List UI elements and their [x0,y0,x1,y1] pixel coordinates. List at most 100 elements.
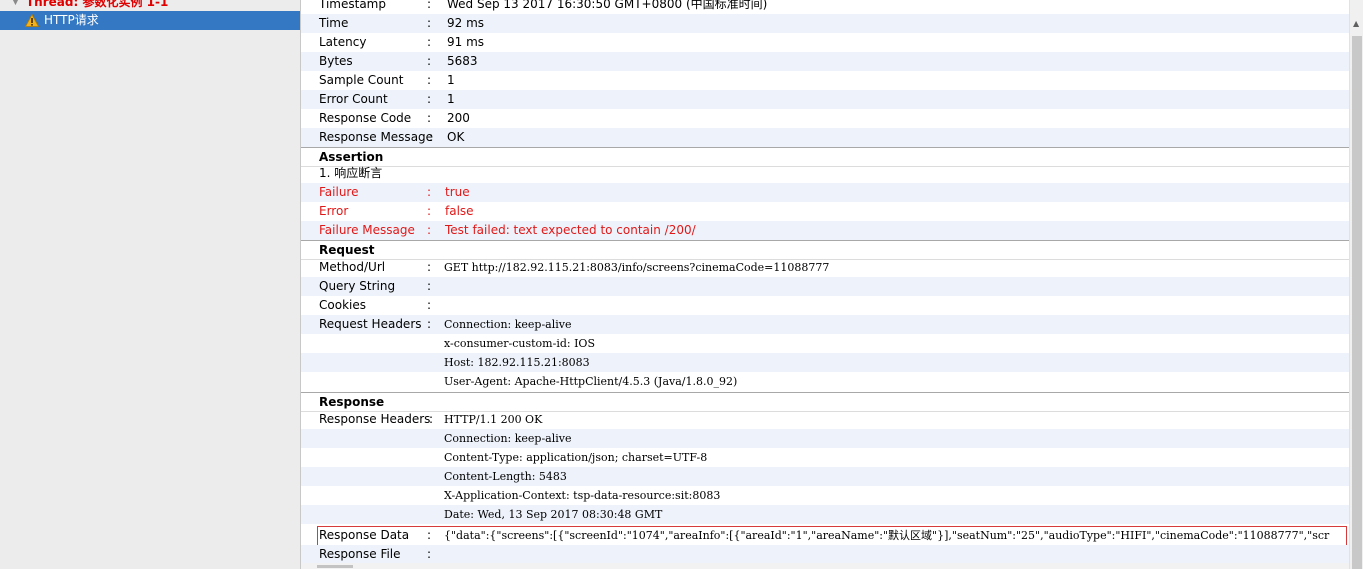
row-value: 92 ms [447,16,485,30]
vertical-scrollbar-thumb[interactable] [1352,36,1362,569]
row-key: Bytes [319,54,353,68]
row-colon: : [427,260,432,274]
row-error-count: Error Count : 1 [301,90,1349,109]
row-response-file: Response File : [301,545,1349,564]
section-title: Request [319,243,375,257]
thread-label: Thread: 参数化实例 1-1 [26,0,169,9]
row-colon: : [429,130,434,144]
sampler-result-panel: Timestamp : Wed Sep 13 2017 16:30:50 GMT… [301,0,1349,569]
vertical-scrollbar[interactable]: ▲ [1349,0,1363,569]
row-colon: : [427,54,432,68]
expand-arrow-icon[interactable]: ▼ [12,0,19,10]
row-value: Connection: keep-alive [444,318,572,331]
row-colon: : [427,204,432,218]
row-value: Test failed: text expected to contain /2… [445,223,696,237]
row-key: Time [319,16,349,30]
row-colon: : [427,223,432,237]
row-sample-count: Sample Count : 1 [301,71,1349,90]
response-section-header: Response [301,392,1349,412]
row-key: Sample Count [319,73,404,87]
row-request-header-line: x-consumer-custom-id: IOS [301,334,1349,353]
row-colon: : [427,35,432,49]
row-value: User-Agent: Apache-HttpClient/4.5.3 (Jav… [444,375,738,388]
row-value: GET http://182.92.115.21:8083/info/scree… [444,261,830,274]
assertion-item: 1. 响应断言 [319,166,383,180]
row-value: true [445,185,470,199]
section-title: Response [319,395,385,409]
row-value: x-consumer-custom-id: IOS [444,337,595,350]
row-value: Connection: keep-alive [444,432,572,445]
row-request-header-line: User-Agent: Apache-HttpClient/4.5.3 (Jav… [301,372,1349,391]
assertion-section-header: Assertion [301,147,1349,167]
row-value: 200 [447,111,470,125]
row-response-header-line: Connection: keep-alive [301,429,1349,448]
row-value: false [445,204,474,218]
row-key: Request Headers [319,317,422,331]
row-value: HTTP/1.1 200 OK [444,413,543,426]
row-key: Response File [319,547,401,561]
row-value: X-Application-Context: tsp-data-resource… [444,489,721,502]
row-colon: : [427,547,432,561]
row-time: Time : 92 ms [301,14,1349,33]
row-key: Response Code [319,111,412,125]
results-tree-panel: ▼ Thread: 参数化实例 1-1 HTTP请求 [0,0,301,569]
row-colon: : [427,298,432,312]
row-value: 91 ms [447,35,485,49]
horizontal-scrollbar-thumb[interactable] [317,565,353,568]
tree-thread-node[interactable]: ▼ Thread: 参数化实例 1-1 [0,0,300,10]
row-request-headers: Request Headers : Connection: keep-alive [301,315,1349,334]
row-key: Timestamp [319,0,386,11]
row-key: Error Count [319,92,388,106]
row-value: Content-Type: application/json; charset=… [444,451,708,464]
row-key: Response Headers [319,412,431,426]
row-method-url: Method/Url : GET http://182.92.115.21:80… [301,258,1349,277]
row-value: OK [447,130,465,144]
row-colon: : [427,279,432,293]
row-response-header-line: Content-Length: 5483 [301,467,1349,486]
row-response-header-line: Date: Wed, 13 Sep 2017 08:30:48 GMT [301,505,1349,524]
request-label: HTTP请求 [44,13,99,27]
row-response-header-line: X-Application-Context: tsp-data-resource… [301,486,1349,505]
scroll-up-arrow-icon[interactable]: ▲ [1353,20,1359,28]
row-key: Failure Message [319,223,415,237]
row-colon: : [427,317,432,331]
row-value: Content-Length: 5483 [444,470,567,483]
row-key: Response Message [319,130,434,144]
response-data-highlight-box [317,526,1347,546]
row-bytes: Bytes : 5683 [301,52,1349,71]
row-colon: : [427,0,432,11]
row-value: Date: Wed, 13 Sep 2017 08:30:48 GMT [444,508,663,521]
row-error: Error : false [301,202,1349,221]
row-colon: : [427,92,432,106]
tree-request-node-selected[interactable]: HTTP请求 [0,11,300,30]
row-timestamp: Timestamp : Wed Sep 13 2017 16:30:50 GMT… [301,0,1349,14]
row-colon: : [427,111,432,125]
row-key: Error [319,204,349,218]
row-response-message: Response Message : OK [301,128,1349,147]
row-cookies: Cookies : [301,296,1349,315]
row-failure: Failure : true [301,183,1349,202]
row-response-header-line: Content-Type: application/json; charset=… [301,448,1349,467]
row-colon: : [427,185,432,199]
row-value: 5683 [447,54,478,68]
row-key: Latency [319,35,367,49]
row-key: Cookies [319,298,366,312]
row-failure-message: Failure Message : Test failed: text expe… [301,221,1349,240]
row-latency: Latency : 91 ms [301,33,1349,52]
row-request-header-line: Host: 182.92.115.21:8083 [301,353,1349,372]
warning-icon [25,14,39,27]
row-value: 1 [447,92,455,106]
horizontal-scrollbar[interactable] [301,563,1349,569]
row-value: Wed Sep 13 2017 16:30:50 GMT+0800 (中国标准时… [447,0,768,11]
row-response-headers: Response Headers : HTTP/1.1 200 OK [301,410,1349,429]
row-colon: : [427,73,432,87]
row-query-string: Query String : [301,277,1349,296]
row-key: Method/Url [319,260,386,274]
row-response-code: Response Code : 200 [301,109,1349,128]
row-colon: : [427,16,432,30]
request-section-header: Request [301,240,1349,260]
row-key: Query String [319,279,396,293]
row-value: Host: 182.92.115.21:8083 [444,356,590,369]
row-value: 1 [447,73,455,87]
row-key: Failure [319,185,359,199]
